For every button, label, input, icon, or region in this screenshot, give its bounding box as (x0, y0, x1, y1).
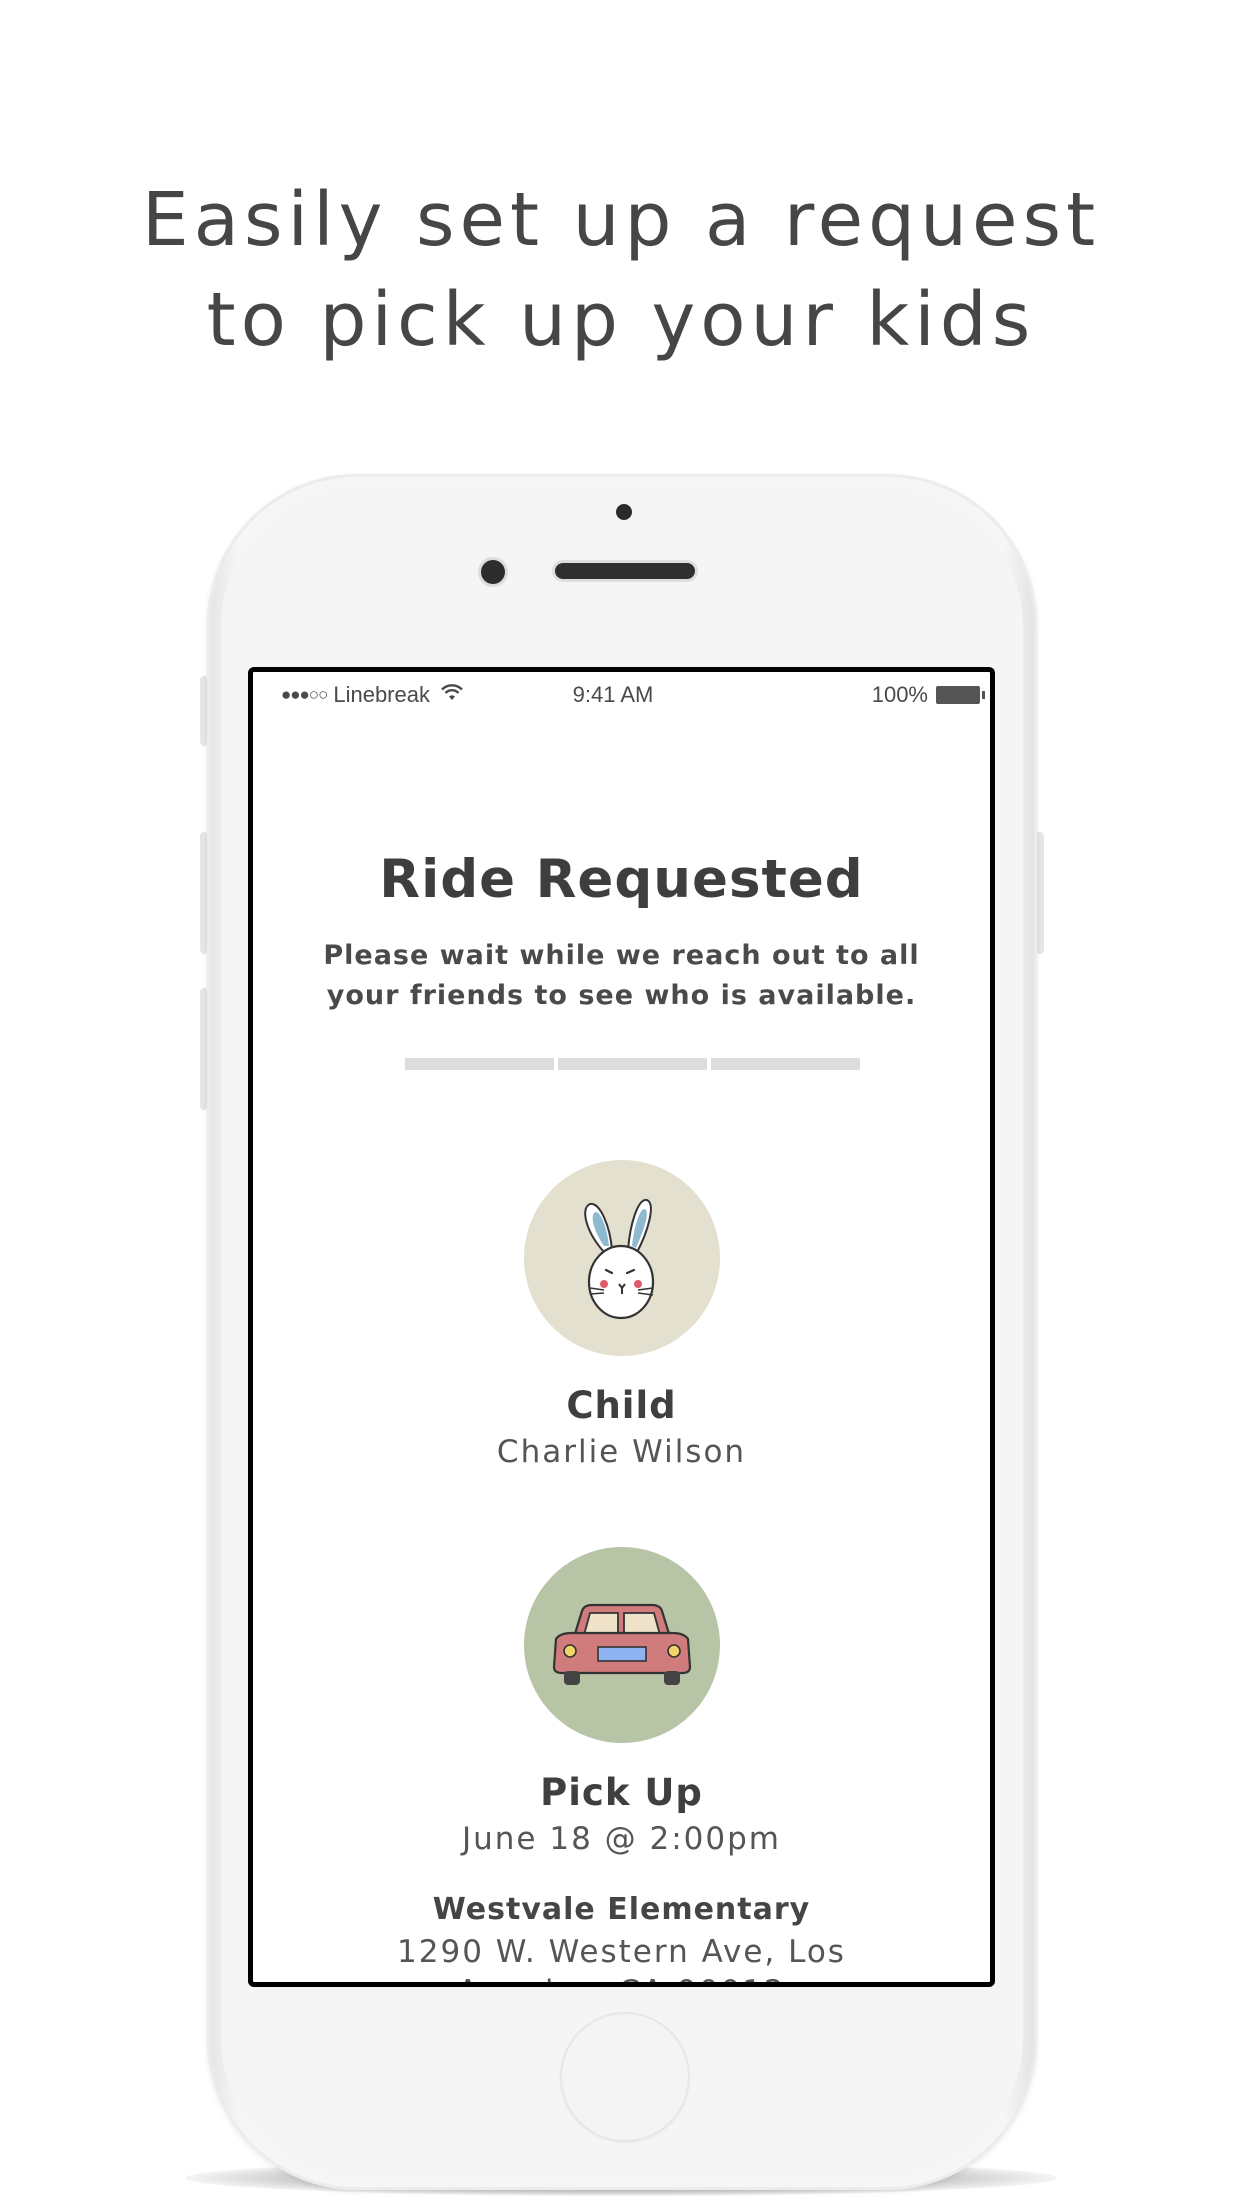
pickup-datetime: June 18 @ 2:00pm (461, 1821, 781, 1857)
page-subtitle: Please wait while we reach out to all yo… (253, 936, 990, 1016)
battery-icon (936, 686, 985, 704)
app-store-screenshot: Easily set up a request to pick up your … (0, 0, 1242, 2208)
child-avatar (524, 1160, 720, 1356)
status-bar: ●●●○○ Linebreak 9:41 AM 100% (253, 672, 990, 712)
pickup-heading: Pick Up (540, 1771, 703, 1814)
status-right: 100% (871, 682, 985, 708)
progress-segment (405, 1058, 554, 1070)
progress-segment (558, 1058, 707, 1070)
front-camera (616, 504, 632, 520)
pickup-location: Westvale Elementary (432, 1892, 811, 1927)
pickup-address-line-2: Angeles, CA 90012 (253, 1974, 990, 1982)
bunny-icon (584, 1199, 655, 1320)
car-icon (552, 1603, 692, 1685)
page-title: Ride Requested (379, 849, 864, 910)
pickup-avatar (524, 1547, 720, 1743)
earpiece-speaker (555, 563, 695, 579)
progress-segment (711, 1058, 860, 1070)
phone-screen: ●●●○○ Linebreak 9:41 AM 100% Ride Reques… (248, 667, 995, 1987)
child-heading: Child (566, 1384, 677, 1427)
child-name: Charlie Wilson (496, 1434, 747, 1470)
pickup-address-line-1: 1290 W. Western Ave, Los (397, 1934, 846, 1970)
headline-line-1: Easily set up a request (141, 177, 1101, 263)
home-button[interactable] (560, 2012, 690, 2142)
status-time: 9:41 AM (572, 682, 654, 707)
headline-line-2: to pick up your kids (206, 277, 1036, 363)
battery-percent: 100% (871, 682, 928, 707)
proximity-sensor (481, 560, 505, 584)
subtitle-line-1: Please wait while we reach out to all (323, 940, 920, 971)
marketing-headline: Easily set up a request to pick up your … (0, 170, 1242, 370)
subtitle-line-2: your friends to see who is available. (326, 980, 917, 1011)
power-button (1036, 832, 1044, 954)
progress-indicator (405, 1058, 860, 1070)
